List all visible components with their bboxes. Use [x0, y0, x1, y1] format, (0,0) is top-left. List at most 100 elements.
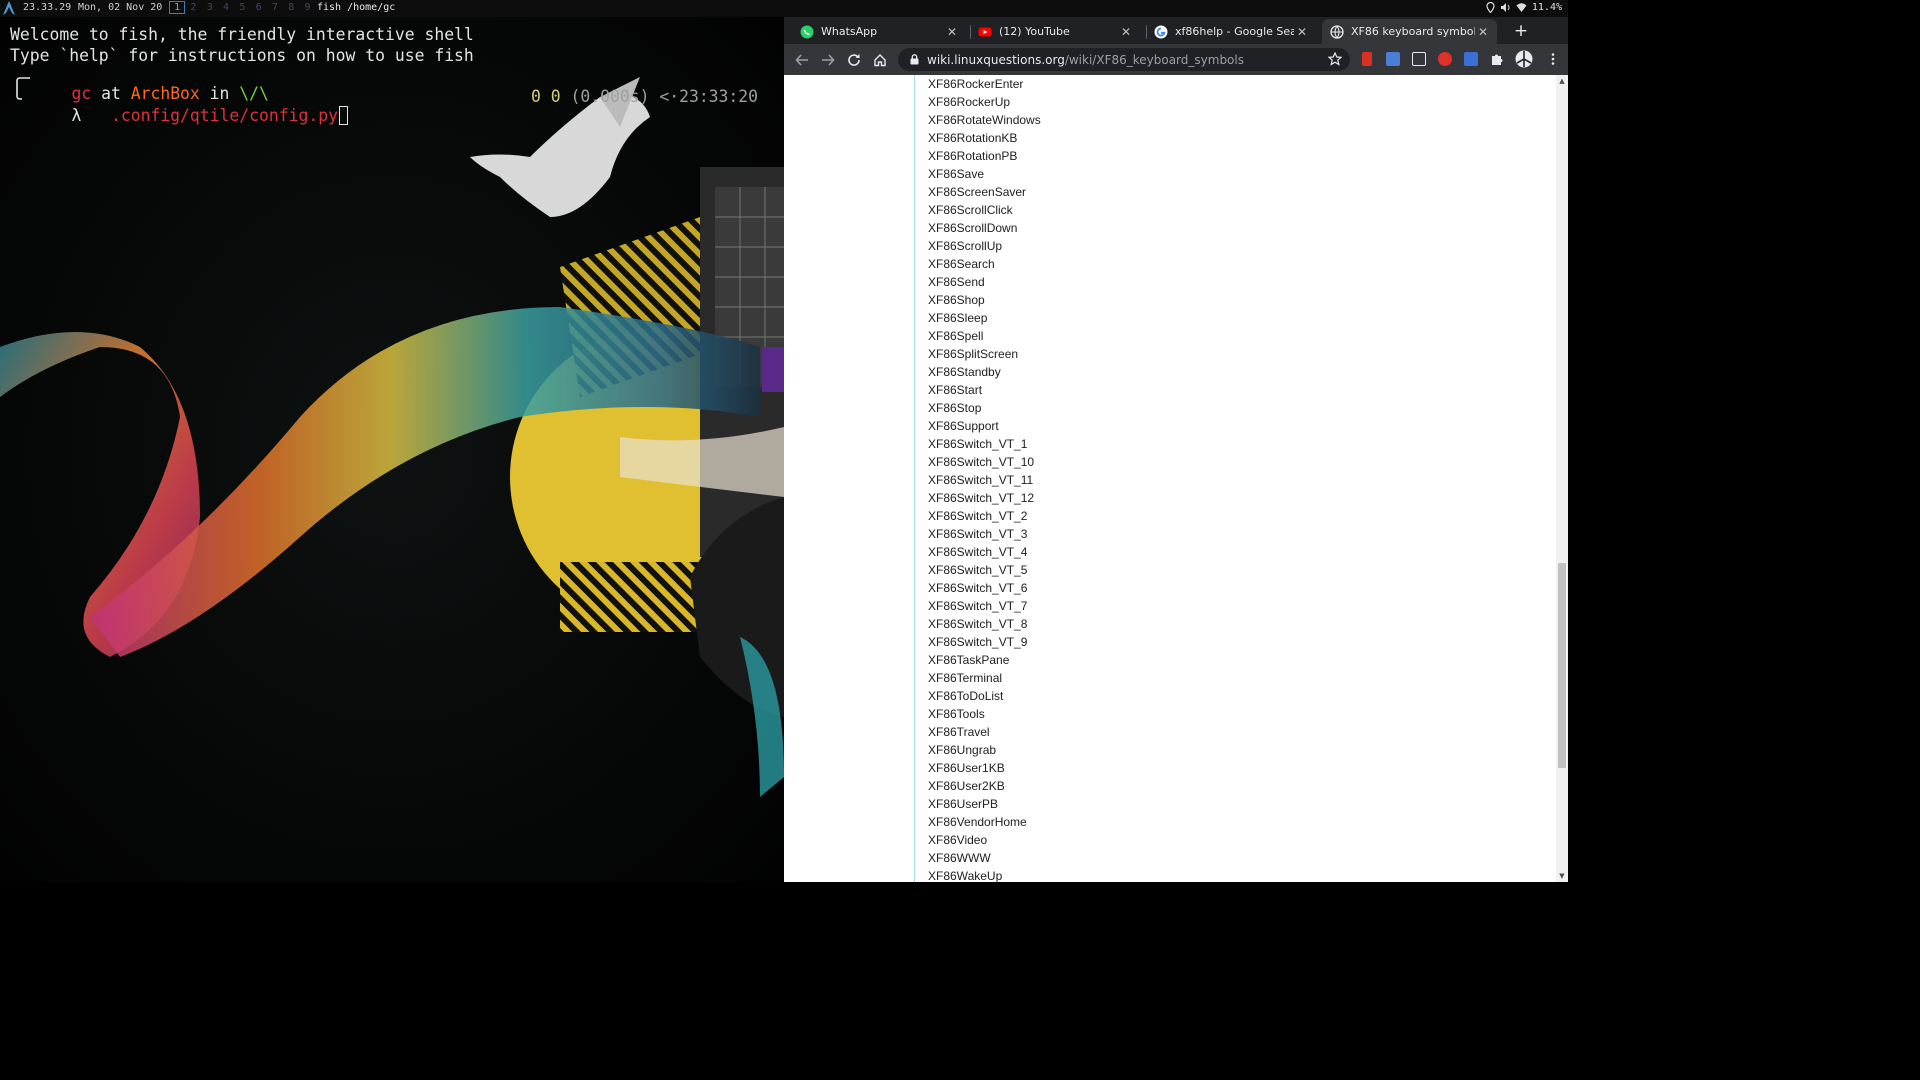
arrow-left-icon — [795, 54, 808, 66]
group-2[interactable]: 2 — [185, 2, 201, 14]
scroll-up-icon[interactable]: ▲ — [1558, 77, 1566, 85]
group-7[interactable]: 7 — [267, 2, 283, 14]
chrome-browser-window: WhatsApp ✕ (12) YouTube ✕ xf86help - Goo… — [784, 17, 1568, 882]
symbol-list-item: XF86Spell — [928, 329, 984, 343]
lock-icon[interactable] — [910, 54, 919, 65]
symbol-list-item: XF86TaskPane — [928, 653, 1010, 667]
prompt-lambda: λ — [71, 106, 82, 125]
browser-toolbar: wiki.linuxquestions.org/wiki/XF86_keyboa… — [784, 44, 1568, 75]
blue-extension-icon[interactable] — [1464, 52, 1478, 66]
symbol-list-item: XF86Switch_VT_8 — [928, 617, 1028, 631]
status-zero-2: 0 — [550, 87, 561, 106]
text-cursor — [338, 106, 348, 125]
url-host: wiki.linuxquestions.org — [927, 52, 1065, 67]
url-path: /wiki/XF86_keyboard_symbols — [1064, 52, 1244, 67]
symbol-list-item: XF86Travel — [928, 725, 990, 739]
command-input[interactable]: .config/qtile/config.py — [111, 106, 338, 125]
right-prompt-time: 23:33:20 — [679, 87, 759, 106]
group-4[interactable]: 4 — [218, 2, 234, 14]
symbol-list-item: XF86Start — [928, 383, 983, 397]
symbol-list-item: XF86Switch_VT_5 — [928, 563, 1028, 577]
tab-close-button[interactable]: ✕ — [1294, 25, 1310, 39]
symbol-list-item: XF86Tools — [928, 707, 985, 721]
symbol-list-item: XF86User1KB — [928, 761, 1005, 775]
symbol-list-item: XF86SplitScreen — [928, 347, 1019, 361]
workspace-groups: 1 2 3 4 5 6 7 8 9 — [169, 1, 316, 14]
symbol-list-item: XF86Ungrab — [928, 743, 997, 757]
tab-close-button[interactable]: ✕ — [1118, 25, 1134, 39]
symbol-list-item: XF86Switch_VT_10 — [928, 455, 1035, 469]
right-prompt: 0 0 (0.000s) <·23:33:20 — [531, 87, 758, 106]
whatsapp-icon — [800, 25, 814, 38]
welcome-line-1: Welcome to fish, the friendly interactiv… — [10, 25, 474, 44]
adblock-icon[interactable] — [1438, 52, 1452, 66]
symbol-list-item: XF86Search — [928, 257, 995, 271]
group-9[interactable]: 9 — [299, 2, 315, 14]
new-tab-button[interactable]: + — [1511, 21, 1531, 41]
symbol-list-item: XF86WakeUp — [928, 869, 1003, 882]
tab-close-button[interactable]: ✕ — [944, 25, 960, 39]
welcome-line-2: Type `help` for instructions on how to u… — [10, 46, 474, 66]
page-scrollbar[interactable]: ▲ ▼ — [1556, 75, 1568, 882]
scroll-down-icon[interactable]: ▼ — [1558, 872, 1566, 880]
window-title: fish /home/gc — [317, 2, 396, 13]
symbol-list-item: XF86Switch_VT_7 — [928, 599, 1028, 613]
symbol-list-item: XF86Switch_VT_1 — [928, 437, 1028, 451]
google-icon — [1154, 25, 1168, 38]
status-zero-1: 0 — [531, 87, 541, 106]
symbol-list-item: XF86Switch_VT_11 — [928, 473, 1034, 487]
qtile-top-bar: 23.33.29 Mon, 02 Nov 20 1 2 3 4 5 6 7 8 … — [0, 0, 1568, 17]
group-8[interactable]: 8 — [283, 2, 299, 14]
translate-icon[interactable] — [1386, 52, 1400, 66]
group-6[interactable]: 6 — [250, 2, 266, 14]
reload-button[interactable] — [844, 50, 864, 70]
symbol-list-item: XF86ScrollClick — [928, 203, 1013, 217]
menu-kebab-icon[interactable] — [1546, 52, 1560, 66]
command-duration: (0.000s) — [570, 87, 650, 106]
symbol-list-item: XF86Switch_VT_4 — [928, 545, 1028, 559]
tab-xf86-keyboard-symbols[interactable]: XF86 keyboard symbols - L ✕ — [1322, 19, 1497, 44]
symbol-list-item: XF86RockerUp — [928, 95, 1011, 109]
symbol-list-item: XF86ScreenSaver — [928, 185, 1027, 199]
reader-icon[interactable] — [1412, 52, 1426, 66]
profile-avatar-icon[interactable] — [1515, 50, 1533, 68]
arch-logo-icon[interactable] — [3, 1, 15, 15]
location-icon[interactable] — [1486, 2, 1495, 13]
symbol-list-item: XF86Switch_VT_12 — [928, 491, 1035, 505]
web-page-content: XF86RockerEnter XF86RockerUp XF86RotateWin… — [784, 75, 1568, 882]
symbol-list-item: XF86Standby — [928, 365, 1001, 379]
puzzle-icon[interactable] — [1490, 52, 1504, 66]
symbol-list-item: XF86Terminal — [928, 671, 1003, 685]
tab-youtube[interactable]: (12) YouTube ✕ — [970, 19, 1140, 44]
symbol-list-item: XF86Switch_VT_2 — [928, 509, 1028, 523]
red-bookmark-icon[interactable] — [1362, 52, 1372, 66]
forward-button[interactable] — [818, 50, 838, 70]
tab-close-button[interactable]: ✕ — [1475, 25, 1491, 39]
tab-whatsapp[interactable]: WhatsApp ✕ — [792, 19, 966, 44]
symbol-list-item: XF86Stop — [928, 401, 982, 415]
symbol-list-item: XF86UserPB — [928, 797, 999, 811]
prompt-line-2[interactable]: λ .config/qtile/config.py — [32, 87, 348, 144]
group-1[interactable]: 1 — [169, 1, 186, 14]
volume-icon[interactable] — [1500, 2, 1511, 13]
content-left-border — [914, 75, 915, 882]
arrow-right-icon — [822, 54, 835, 66]
symbol-list-item: XF86Video — [928, 833, 988, 847]
tab-google-search[interactable]: xf86help - Google Search ✕ — [1146, 19, 1316, 44]
symbol-list-item: XF86RockerEnter — [928, 77, 1024, 91]
group-5[interactable]: 5 — [234, 2, 250, 14]
bookmark-star-icon[interactable] — [1328, 52, 1342, 66]
tab-title: XF86 keyboard symbols - L — [1351, 25, 1475, 38]
wifi-icon[interactable] — [1516, 2, 1527, 13]
system-tray: 11.4% — [1486, 2, 1562, 13]
group-3[interactable]: 3 — [202, 2, 218, 14]
symbol-list-item: XF86ScrollDown — [928, 221, 1018, 235]
address-bar[interactable]: wiki.linuxquestions.org/wiki/XF86_keyboa… — [898, 48, 1350, 71]
back-button[interactable] — [792, 50, 812, 70]
terminal-window[interactable]: Welcome to fish, the friendly interactiv… — [0, 17, 784, 882]
symbol-list-item: XF86RotationKB — [928, 131, 1018, 145]
symbol-list-item: XF86Sleep — [928, 311, 988, 325]
home-button[interactable] — [870, 50, 890, 70]
scroll-thumb[interactable] — [1558, 563, 1566, 768]
clock-time: 23.33.29 — [23, 2, 72, 13]
